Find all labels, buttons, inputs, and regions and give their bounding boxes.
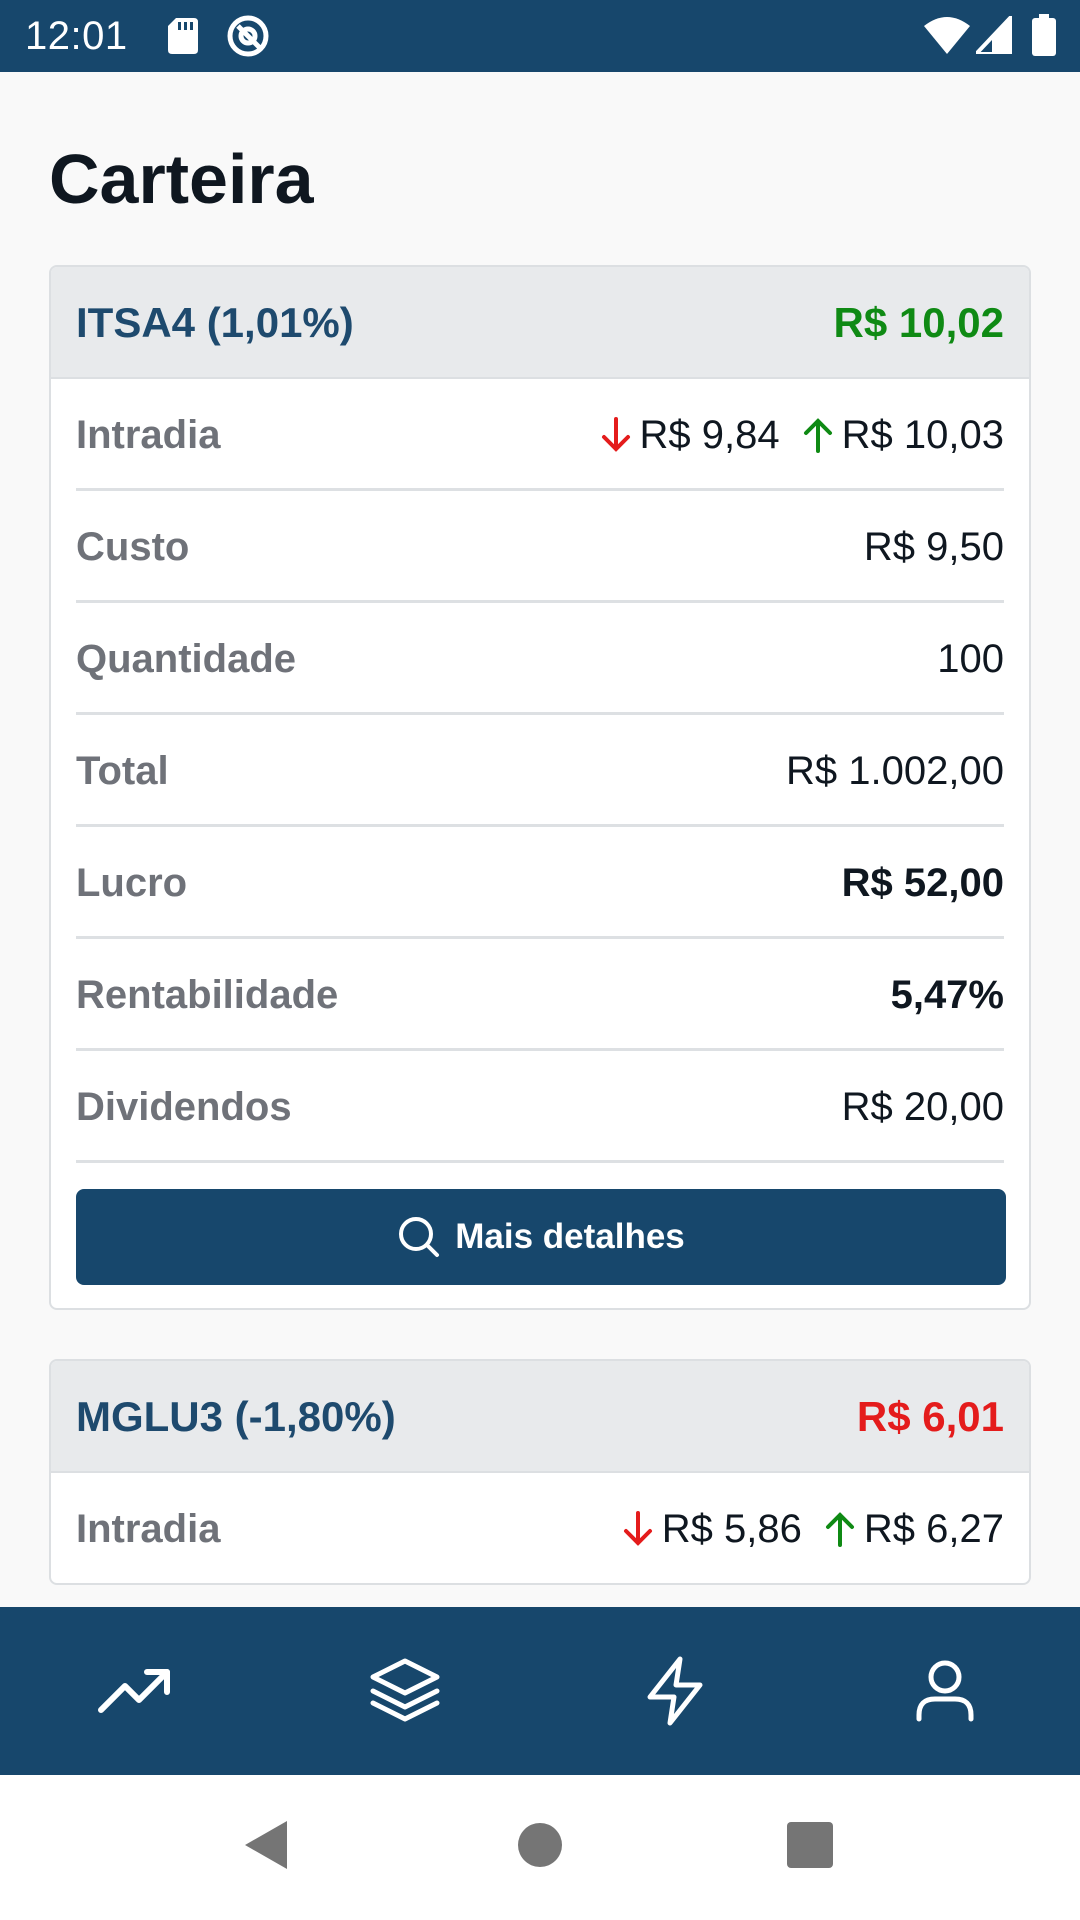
- wifi-icon: [924, 16, 970, 59]
- layers-icon: [370, 1658, 440, 1722]
- stock-card-mglu3: MGLU3 (-1,80%) R$ 6,01 Intradia R$ 5,86 …: [49, 1359, 1031, 1585]
- home-button[interactable]: [500, 1805, 580, 1885]
- dividendos-label: Dividendos: [76, 1085, 292, 1129]
- row-quantidade: Quantidade 100: [76, 603, 1004, 715]
- search-icon: [399, 1217, 440, 1257]
- lucro-value: R$ 52,00: [841, 861, 1004, 905]
- page-title: Carteira: [49, 140, 314, 218]
- arrow-up-icon: [803, 418, 832, 453]
- row-lucro: Lucro R$ 52,00: [76, 827, 1004, 939]
- intraday-high: R$ 10,03: [841, 413, 1004, 457]
- system-navigation: [0, 1775, 1080, 1920]
- cellular-signal-icon: [971, 10, 1014, 59]
- intraday-low: R$ 9,84: [639, 413, 780, 457]
- row-rentabilidade: Rentabilidade 5,47%: [76, 939, 1004, 1051]
- custo-value: R$ 9,50: [863, 525, 1004, 569]
- intradia-value: R$ 9,84 R$ 10,03: [598, 379, 1004, 491]
- dividendos-value: R$ 20,00: [841, 1085, 1004, 1129]
- nav-profile[interactable]: [810, 1607, 1080, 1775]
- more-details-button[interactable]: Mais detalhes: [76, 1189, 1006, 1285]
- quantidade-value: 100: [937, 637, 1004, 681]
- custo-label: Custo: [76, 525, 190, 569]
- intradia-label: Intradia: [76, 1507, 221, 1551]
- intradia-value: R$ 5,86 R$ 6,27: [620, 1473, 1004, 1583]
- recents-icon: [787, 1822, 833, 1868]
- battery-icon: [1032, 14, 1056, 61]
- total-label: Total: [76, 749, 169, 793]
- lucro-label: Lucro: [76, 861, 188, 905]
- card-header: MGLU3 (-1,80%) R$ 6,01: [51, 1361, 1029, 1473]
- current-price: R$ 6,01: [856, 1393, 1004, 1440]
- rentabilidade-value: 5,47%: [890, 973, 1004, 1017]
- stock-card-itsa4: ITSA4 (1,01%) R$ 10,02 Intradia R$ 9,84 …: [49, 265, 1031, 1310]
- arrow-down-icon: [623, 1511, 652, 1546]
- status-bar: 12:01: [0, 0, 1080, 72]
- portfolio-page: Carteira ITSA4 (1,01%) R$ 10,02 Intradia…: [0, 72, 1080, 1607]
- at-sign-icon: [226, 14, 270, 63]
- back-button[interactable]: [226, 1805, 306, 1885]
- rentabilidade-label: Rentabilidade: [76, 973, 339, 1017]
- recents-button[interactable]: [770, 1805, 850, 1885]
- intradia-label: Intradia: [76, 413, 221, 457]
- nav-trending[interactable]: [0, 1607, 270, 1775]
- row-intradia: Intradia R$ 5,86 R$ 6,27: [76, 1473, 1004, 1583]
- trending-up-icon: [98, 1669, 170, 1713]
- total-value: R$ 1.002,00: [786, 749, 1004, 793]
- status-time: 12:01: [25, 14, 128, 58]
- quantidade-label: Quantidade: [76, 637, 297, 681]
- row-total: Total R$ 1.002,00: [76, 715, 1004, 827]
- user-icon: [916, 1660, 974, 1722]
- intraday-high: R$ 6,27: [863, 1507, 1004, 1551]
- bottom-navigation: [0, 1607, 1080, 1775]
- row-intradia: Intradia R$ 9,84 R$ 10,03: [76, 379, 1004, 491]
- intraday-low: R$ 5,86: [661, 1507, 802, 1551]
- back-icon: [245, 1821, 287, 1869]
- arrow-down-icon: [601, 417, 630, 452]
- ticker-label: MGLU3 (-1,80%): [76, 1393, 396, 1440]
- row-custo: Custo R$ 9,50: [76, 491, 1004, 603]
- more-details-label: Mais detalhes: [455, 1217, 685, 1256]
- nav-portfolio[interactable]: [270, 1607, 540, 1775]
- card-header: ITSA4 (1,01%) R$ 10,02: [51, 267, 1029, 379]
- nav-activity[interactable]: [540, 1607, 810, 1775]
- ticker-label: ITSA4 (1,01%): [76, 299, 354, 346]
- arrow-up-icon: [825, 1512, 854, 1547]
- current-price: R$ 10,02: [833, 299, 1004, 346]
- sd-card-icon: [168, 18, 198, 59]
- home-icon: [518, 1823, 562, 1867]
- row-dividendos: Dividendos R$ 20,00: [76, 1051, 1004, 1163]
- lightning-icon: [647, 1656, 703, 1726]
